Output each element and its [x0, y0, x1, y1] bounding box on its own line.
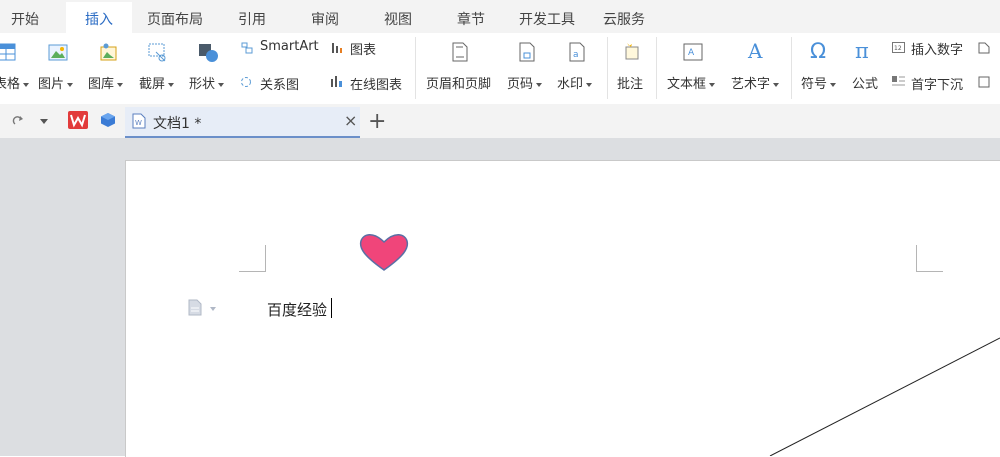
chart-icon: [332, 43, 342, 53]
tab-references[interactable]: 引用: [238, 9, 266, 29]
word-document-icon: W: [132, 113, 146, 129]
comment-icon: [625, 43, 639, 60]
paragraph-handle-dropdown-icon[interactable]: [210, 307, 216, 311]
margin-mark-left: [239, 245, 266, 272]
ribbon-separator: [791, 37, 792, 99]
table-icon: [0, 43, 16, 61]
wordart-icon: A: [748, 39, 763, 63]
tab-view[interactable]: 视图: [384, 9, 412, 29]
text-cursor: [331, 298, 332, 318]
attachment-icon: [978, 76, 990, 88]
tab-section[interactable]: 章节: [457, 9, 485, 29]
relation-graph-button[interactable]: 关系图: [260, 74, 299, 93]
formula-button[interactable]: 公式: [852, 73, 878, 92]
picture-button[interactable]: 图片: [38, 73, 74, 92]
online-chart-icon: [331, 76, 342, 87]
online-chart-button[interactable]: 在线图表: [350, 74, 402, 93]
margin-mark-right: [916, 245, 943, 272]
tab-cloud-service[interactable]: 云服务: [603, 9, 645, 29]
insert-number-icon: 12: [892, 42, 905, 53]
ribbon-insert: 表格 图片 图库 截屏 形状 SmartArt 关系图 图表 在线图表 页眉和页…: [0, 33, 1000, 105]
svg-text:A: A: [688, 48, 695, 58]
tab-insert[interactable]: 插入: [85, 9, 113, 29]
heart-shape[interactable]: [358, 232, 410, 272]
docer-cube-icon[interactable]: [100, 112, 116, 128]
watermark-icon: a: [569, 42, 585, 62]
quick-access-dropdown-icon[interactable]: [40, 119, 48, 124]
close-tab-button[interactable]: ×: [344, 111, 357, 130]
redo-icon[interactable]: [12, 115, 24, 127]
new-tab-button[interactable]: +: [368, 109, 386, 134]
menu-bar: 开始 插入 页面布局 引用 审阅 视图 章节 开发工具 云服务: [0, 0, 1000, 33]
drop-cap-button[interactable]: 首字下沉: [911, 74, 963, 93]
smartart-icon: [241, 42, 253, 54]
omega-icon: Ω: [810, 39, 827, 63]
document-body-text[interactable]: 百度经验: [267, 299, 327, 320]
gallery-icon: [100, 43, 117, 61]
svg-text:W: W: [135, 119, 142, 127]
chart-button[interactable]: 图表: [350, 39, 376, 58]
symbol-button[interactable]: 符号: [801, 73, 837, 92]
shape-button[interactable]: 形状: [189, 73, 225, 92]
wps-logo-icon[interactable]: [68, 111, 88, 129]
svg-text:a: a: [573, 50, 579, 60]
page-number-icon: [519, 42, 535, 62]
header-footer-button[interactable]: 页眉和页脚: [426, 73, 491, 92]
document-tab-title: 文档1 *: [153, 116, 202, 132]
watermark-button[interactable]: 水印: [557, 73, 593, 92]
page-number-button[interactable]: 页码: [507, 73, 543, 92]
textbox-icon: A: [683, 43, 703, 61]
screenshot-button[interactable]: 截屏: [139, 73, 175, 92]
ribbon-separator: [415, 37, 416, 99]
drop-cap-icon: [892, 76, 905, 86]
ribbon-separator: [656, 37, 657, 99]
relation-graph-icon: [241, 77, 251, 87]
gallery-button[interactable]: 图库: [88, 73, 124, 92]
textbox-button[interactable]: 文本框: [667, 73, 716, 92]
object-icon: [978, 42, 990, 54]
insert-number-button[interactable]: 插入数字: [911, 39, 963, 58]
screenshot-icon: [148, 43, 166, 62]
tab-page-layout[interactable]: 页面布局: [147, 9, 203, 29]
comment-button[interactable]: 批注: [617, 73, 643, 92]
smartart-button[interactable]: SmartArt: [260, 39, 319, 54]
line-shape[interactable]: [760, 330, 1000, 456]
picture-icon: [48, 44, 68, 61]
paragraph-handle-icon[interactable]: [188, 299, 202, 316]
tab-review[interactable]: 审阅: [311, 9, 339, 29]
ribbon-separator: [607, 37, 608, 99]
pi-icon: π: [855, 39, 869, 63]
tab-start[interactable]: 开始: [11, 9, 39, 29]
tab-developer[interactable]: 开发工具: [519, 9, 575, 29]
wordart-button[interactable]: 艺术字: [731, 73, 780, 92]
shape-icon: [199, 44, 218, 62]
header-footer-icon: [452, 42, 468, 62]
table-button[interactable]: 表格: [0, 73, 30, 92]
svg-text:12: 12: [894, 45, 902, 52]
document-tab[interactable]: W 文档1 * ×: [125, 107, 360, 138]
